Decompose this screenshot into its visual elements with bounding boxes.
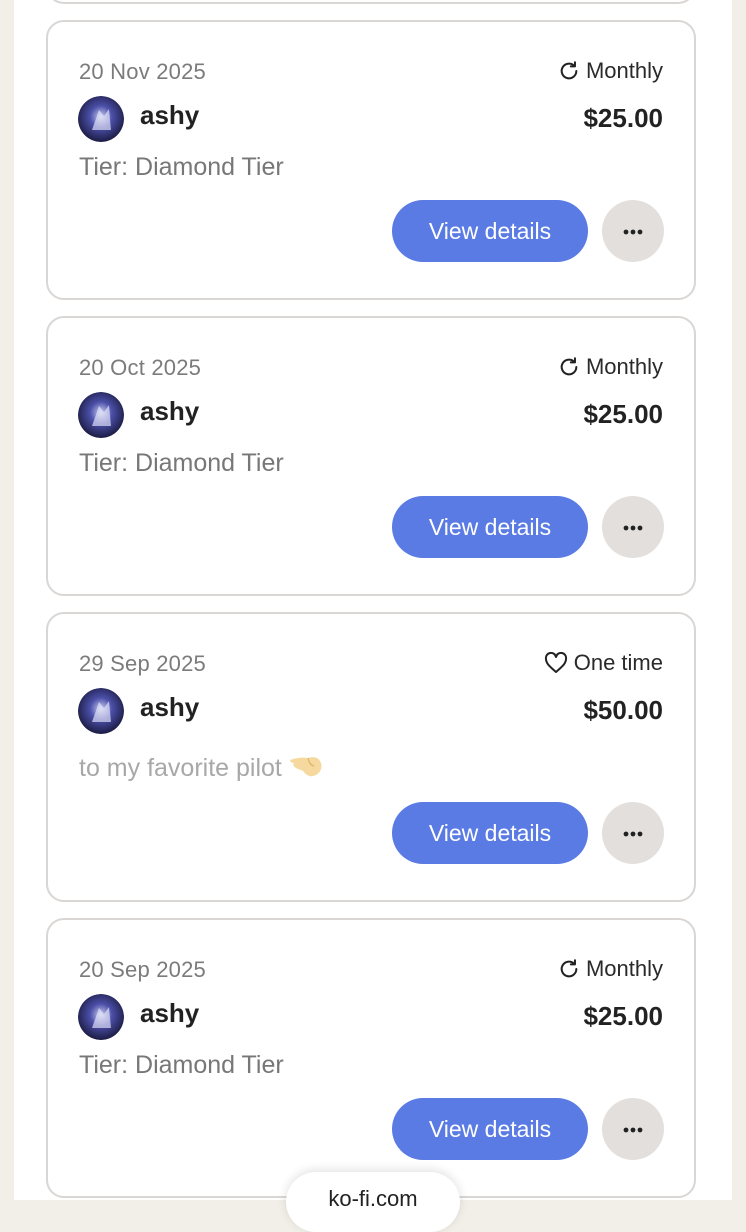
supporter-card: 20 Sep 2025 Monthly ashy $25.00 Tier: Di…	[46, 918, 696, 1198]
supporter-name[interactable]: ashy	[140, 998, 199, 1029]
payment-amount: $50.00	[583, 695, 663, 725]
more-options-button[interactable]	[602, 802, 664, 864]
refresh-icon	[558, 958, 580, 980]
pointing-hand-emoji-icon	[288, 750, 324, 787]
frequency-text: Monthly	[585, 58, 663, 83]
more-options-button[interactable]	[602, 496, 664, 558]
payment-amount: $25.00	[583, 103, 663, 133]
more-options-button[interactable]	[602, 200, 664, 262]
ellipsis-icon	[623, 1120, 643, 1138]
supporter-name[interactable]: ashy	[140, 692, 199, 723]
supporter-name[interactable]: ashy	[140, 100, 199, 131]
payment-date: 29 Sep 2025	[79, 651, 206, 676]
payment-date: 20 Nov 2025	[79, 59, 206, 84]
payment-date: 20 Sep 2025	[79, 957, 206, 982]
more-options-button[interactable]	[602, 1098, 664, 1160]
view-details-button[interactable]: View details	[392, 1098, 588, 1160]
frequency-text: One time	[573, 650, 663, 675]
avatar	[78, 994, 124, 1040]
tier-label: Tier: Diamond Tier	[79, 449, 284, 477]
previous-card-edge	[46, 0, 696, 4]
ellipsis-icon	[623, 222, 643, 240]
url-text: ko-fi.com	[328, 1186, 418, 1211]
browser-url-pill[interactable]: ko-fi.com	[286, 1172, 460, 1232]
avatar	[78, 392, 124, 438]
frequency-label: Monthly	[558, 956, 663, 982]
frequency-label: Monthly	[558, 354, 663, 380]
tier-label: Tier: Diamond Tier	[79, 1051, 284, 1079]
payment-amount: $25.00	[583, 1001, 663, 1031]
supporter-card: 29 Sep 2025 One time ashy $50.00 to my f…	[46, 612, 696, 902]
view-details-button[interactable]: View details	[392, 200, 588, 262]
payment-amount: $25.00	[583, 399, 663, 429]
heart-icon	[544, 652, 568, 674]
avatar	[78, 688, 124, 734]
view-details-button[interactable]: View details	[392, 802, 588, 864]
view-details-button[interactable]: View details	[392, 496, 588, 558]
supporter-card: 20 Oct 2025 Monthly ashy $25.00 Tier: Di…	[46, 316, 696, 596]
payment-date: 20 Oct 2025	[79, 355, 202, 380]
ellipsis-icon	[623, 518, 643, 536]
avatar	[78, 96, 124, 142]
frequency-label: One time	[544, 650, 663, 676]
message-text: to my favorite pilot	[79, 754, 282, 782]
supporter-name[interactable]: ashy	[140, 396, 199, 427]
refresh-icon	[558, 60, 580, 82]
support-message: to my favorite pilot	[79, 750, 324, 787]
supporter-card: 20 Nov 2025 Monthly ashy $25.00 Tier: Di…	[46, 20, 696, 300]
frequency-text: Monthly	[585, 956, 663, 981]
frequency-text: Monthly	[585, 354, 663, 379]
ellipsis-icon	[623, 824, 643, 842]
tier-label: Tier: Diamond Tier	[79, 153, 284, 181]
frequency-label: Monthly	[558, 58, 663, 84]
refresh-icon	[558, 356, 580, 378]
